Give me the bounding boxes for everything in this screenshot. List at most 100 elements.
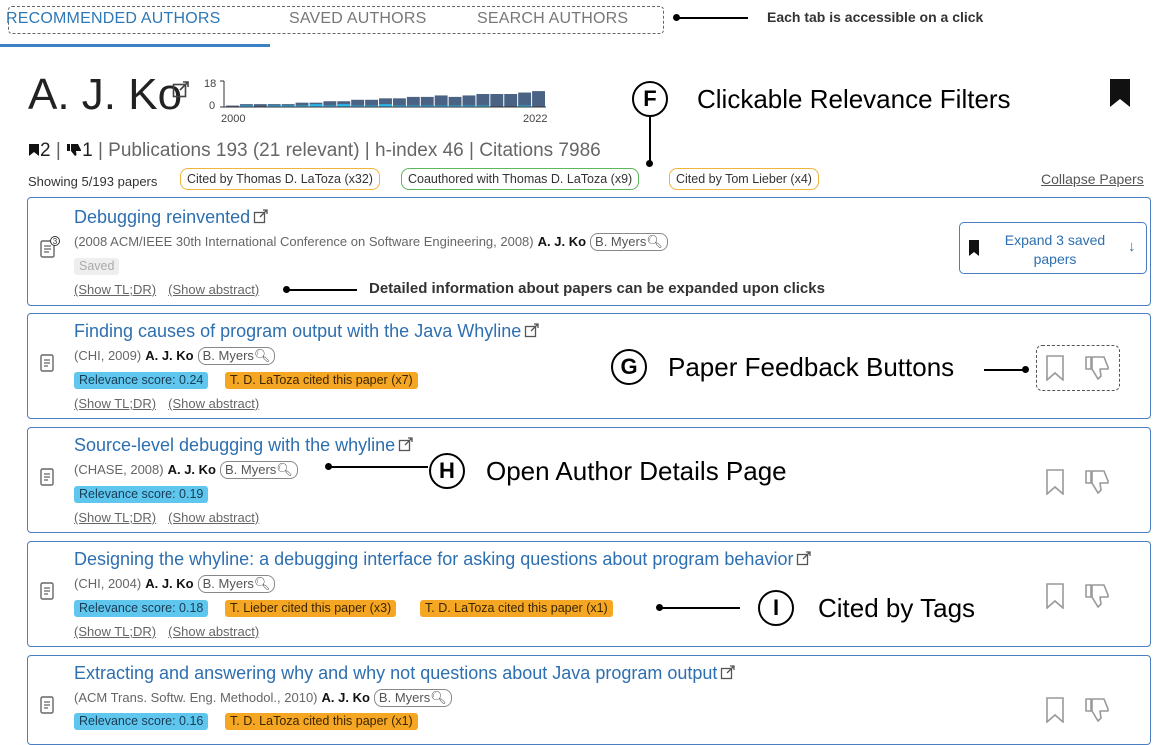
coauthor-name: B. Myers [595,234,647,249]
stats-text: | Publications 193 (21 relevant) | h-ind… [97,140,601,161]
author-name-text: A. J. Ko [28,70,183,119]
save-author-bookmark-icon[interactable] [1108,78,1132,113]
cited-by-tag: T. D. LaToza cited this paper (x7) [225,372,418,389]
expand-saved-papers-label: Expand 3 saved papers [1004,232,1106,267]
coauthor-name: B. Myers [202,348,254,363]
coauthor-chip[interactable]: B. Myers🔍︎ [220,461,298,479]
paper-title[interactable]: Source-level debugging with the whyline [74,435,414,456]
paper-links: (Show TL;DR) (Show abstract) [74,282,271,297]
tabs-annotation-text: Each tab is accessible on a click [767,9,984,25]
saved-count: 2 [40,140,51,161]
coauthor-chip[interactable]: B. Myers🔍︎ [197,347,276,365]
cited-by-tag: T. Lieber cited this paper (x3) [225,600,397,617]
filter-coauthored-with-latoza[interactable]: Coauthored with Thomas D. LaToza (x9) [401,168,640,190]
external-link-icon[interactable] [720,664,736,680]
external-link-icon[interactable] [796,550,812,566]
paper-title[interactable]: Finding causes of program output with th… [74,321,540,342]
document-icon [40,582,54,605]
thumbs-down-icon [67,144,82,156]
annotation-H-circle: H [429,453,465,489]
thumbs-down-outline-icon[interactable] [1084,583,1110,614]
histogram-bar [532,91,545,107]
bookmark-outline-icon[interactable] [1045,469,1065,500]
annotation-dot [1022,366,1029,373]
paper-title[interactable]: Designing the whyline: a debugging inter… [74,549,812,570]
coauthor-chip[interactable]: B. Myers🔍︎ [197,575,276,593]
filter-cited-by-latoza[interactable]: Cited by Thomas D. LaToza (x32) [180,168,380,190]
arrow-down-icon: ↓ [1128,238,1136,255]
paper-links: (Show TL;DR) (Show abstract) [74,624,271,639]
coauthor-chip[interactable]: B. Myers🔍︎ [590,233,668,251]
relevance-score-tag: Relevance score: 0.18 [74,600,209,617]
venue-text: (2008 ACM/IEEE 30th International Confer… [74,234,534,249]
spark-start-label: 2000 [221,113,246,125]
histogram-bar [406,96,420,107]
show-abstract-link[interactable]: (Show abstract) [168,282,259,297]
annotation-F-text: Clickable Relevance Filters [697,84,1011,114]
venue-text: (CHASE, 2008) [74,462,164,477]
paper-title-text: Finding causes of program output with th… [74,321,522,341]
show-abstract-link[interactable]: (Show abstract) [168,510,259,525]
expand-saved-papers-button[interactable]: Expand 3 saved papers ↓ [959,222,1147,274]
author-stats: 2 | 1 | Publications 193 (21 relevant) |… [28,140,601,162]
show-tldr-link[interactable]: (Show TL;DR) [74,396,156,411]
author-name: A. J. Ko [145,576,194,591]
spark-ymax-label: 18 [204,78,217,90]
document-icon [40,354,54,377]
external-link-icon[interactable] [524,322,540,338]
paper-venue: (CHASE, 2008) A. J. Ko B. Myers🔍︎ [74,461,298,479]
thumbs-down-outline-icon[interactable] [1084,697,1110,728]
bookmark-outline-icon[interactable] [1045,355,1065,386]
paper-title[interactable]: Debugging reinvented [74,207,269,228]
paper-venue: (ACM Trans. Softw. Eng. Methodol., 2010)… [74,689,452,707]
paper-title[interactable]: Extracting and answering why and why not… [74,663,736,684]
bookmark-outline-icon[interactable] [1045,697,1065,728]
paper-title-text: Source-level debugging with the whyline [74,435,396,455]
show-abstract-link[interactable]: (Show abstract) [168,396,259,411]
histogram-bar [518,92,532,107]
show-tldr-link[interactable]: (Show TL;DR) [74,624,156,639]
histogram-bar [434,95,448,107]
paper-links: (Show TL;DR) (Show abstract) [74,396,271,411]
relevance-score-tag: Relevance score: 0.16 [74,713,209,730]
annotation-I-circle: I [758,590,794,626]
paper-title-text: Debugging reinvented [74,207,251,227]
histogram-bar [504,94,518,107]
author-name[interactable]: A. J. Ko [28,70,182,120]
document-icon [40,696,54,719]
histogram-bar [490,94,504,107]
paper-venue: (2008 ACM/IEEE 30th International Confer… [74,233,668,251]
show-tldr-link[interactable]: (Show TL;DR) [74,510,156,525]
annotation-line [660,607,740,609]
collapse-papers-link[interactable]: Collapse Papers [1041,171,1144,187]
document-icon: 3 [40,236,60,263]
show-abstract-link[interactable]: (Show abstract) [168,624,259,639]
author-name: A. J. Ko [145,348,194,363]
show-tldr-link[interactable]: (Show TL;DR) [74,282,156,297]
tab-recommended-authors[interactable]: RECOMMENDED AUTHORS [6,10,220,28]
external-link-icon[interactable] [172,80,190,103]
paper-card: Extracting and answering why and why not… [27,655,1151,745]
annotation-I-text: Cited by Tags [818,593,976,623]
external-link-icon[interactable] [253,208,269,224]
bookmark-outline-icon[interactable] [1045,583,1065,614]
author-name: A. J. Ko [321,690,370,705]
active-tab-indicator [0,44,270,47]
tab-search-authors[interactable]: SEARCH AUTHORS [477,10,628,28]
tab-saved-authors[interactable]: SAVED AUTHORS [289,10,426,28]
histogram-bar [476,94,490,107]
paper-card: Source-level debugging with the whyline … [27,427,1151,533]
coauthor-chip[interactable]: B. Myers🔍︎ [373,689,452,707]
venue-text: (CHI, 2009) [74,348,142,363]
annotation-G-text: Paper Feedback Buttons [668,352,955,382]
external-link-icon[interactable] [398,436,414,452]
thumbs-down-outline-icon[interactable] [1084,469,1110,500]
thumbs-down-outline-icon[interactable] [1084,355,1110,386]
filter-cited-by-lieber[interactable]: Cited by Tom Lieber (x4) [669,168,819,190]
publication-histogram [220,80,546,108]
svg-text:3: 3 [53,237,58,246]
annotation-line [676,17,748,19]
annotation-F-dot [646,160,653,167]
bookmark-icon [969,240,979,256]
venue-text: (ACM Trans. Softw. Eng. Methodol., 2010) [74,690,318,705]
